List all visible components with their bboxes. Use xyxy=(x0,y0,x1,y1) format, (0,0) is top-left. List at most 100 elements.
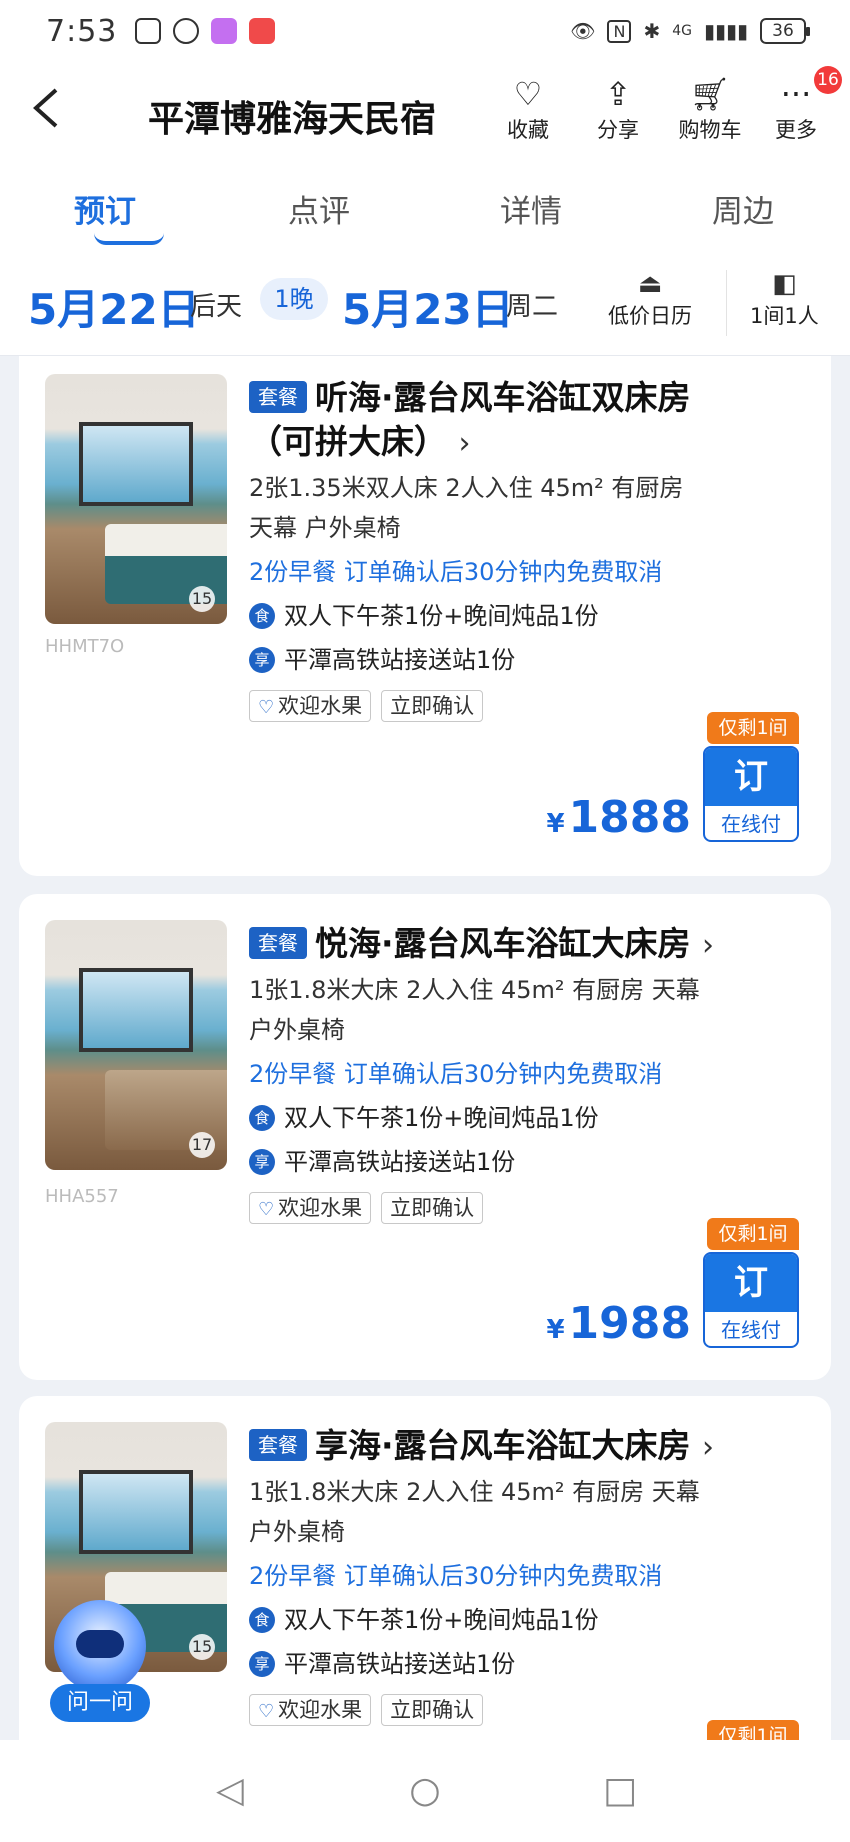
chevron-right-icon: › xyxy=(702,1430,715,1465)
heart-plus-icon: ♡ xyxy=(513,75,543,113)
favorite-button[interactable]: ♡ 收藏 xyxy=(488,74,568,144)
network-label: 4G xyxy=(672,23,692,39)
app-notification-icon xyxy=(135,18,162,44)
photo-count: 17 xyxy=(189,1132,215,1158)
battery-icon: 36 xyxy=(760,18,810,44)
breakfast-cancel-policy: 2份早餐 订单确认后30分钟内免费取消 xyxy=(249,1060,663,1088)
more-label: 更多 xyxy=(775,118,817,142)
perk-item: 享平潭高铁站接送站1份 xyxy=(249,1140,811,1184)
tab-nearby[interactable]: 周边 xyxy=(712,186,774,231)
nav-recents-icon[interactable]: □ xyxy=(598,1769,642,1813)
share-button[interactable]: ⇪ 分享 xyxy=(578,74,658,144)
back-button[interactable] xyxy=(30,86,80,136)
perk-item: 食双人下午茶1份+晚间炖品1份 xyxy=(249,1096,811,1140)
nav-home-icon[interactable]: ○ xyxy=(403,1769,447,1813)
tab-booking[interactable]: 预订 xyxy=(74,186,164,245)
rooms-guests-button[interactable]: ◧ 1间1人 xyxy=(750,268,819,330)
photo-count: 15 xyxy=(189,586,215,612)
room-code: HHMT7O xyxy=(45,636,125,657)
tag-instant-confirm: 立即确认 xyxy=(381,690,484,722)
room-specs: 户外桌椅 xyxy=(249,1016,345,1044)
book-button[interactable]: 订 在线付 xyxy=(703,746,799,842)
share-icon: ⇪ xyxy=(604,75,632,113)
app-notification-icon xyxy=(173,18,200,44)
nfc-icon: N xyxy=(607,19,632,43)
low-price-calendar-button[interactable]: ⏏ 低价日历 xyxy=(608,268,692,330)
room-card[interactable]: 17 HHA557 套餐 悦海·露台风车浴缸大床房 › 1张1.8米大床 2人入住… xyxy=(19,894,831,1380)
nav-back-icon[interactable]: ◁ xyxy=(208,1769,252,1813)
system-navigation-bar: ◁ ○ □ xyxy=(0,1740,850,1842)
enjoy-icon: 享 xyxy=(249,647,275,673)
checkout-date[interactable]: 5月23日 xyxy=(342,276,514,337)
room-title[interactable]: 套餐 听海·露台风车浴缸双床房 （可拼大床） › xyxy=(249,376,811,466)
enjoy-icon: 享 xyxy=(249,1651,275,1677)
breakfast-cancel-policy: 2份早餐 订单确认后30分钟内免费取消 xyxy=(249,1562,663,1590)
room-photo[interactable]: 15 xyxy=(45,374,227,624)
signal-icon: ▮▮▮▮ xyxy=(703,19,748,43)
chevron-right-icon: › xyxy=(702,928,715,963)
date-selector: 5月22日 后天 1晚 5月23日 周二 ⏏ 低价日历 ◧ 1间1人 xyxy=(0,256,850,356)
guests-label: 1间1人 xyxy=(750,304,819,328)
calendar-icon: ⏏ xyxy=(637,269,663,299)
room-specs: 1张1.8米大床 2人入住 45m² 有厨房 天幕 xyxy=(249,1478,700,1506)
room-title[interactable]: 套餐 享海·露台风车浴缸大床房 › xyxy=(249,1424,811,1470)
cart-icon: 🛒︎ xyxy=(689,75,731,113)
breakfast-cancel-policy: 2份早餐 订单确认后30分钟内免费取消 xyxy=(249,558,663,586)
eye-icon: 👁 xyxy=(570,19,596,43)
book-button[interactable]: 订 在线付 xyxy=(703,1252,799,1348)
more-button[interactable]: ··· 更多 16 xyxy=(756,66,842,144)
notification-badge: 16 xyxy=(814,66,842,94)
clock: 7:53 xyxy=(46,13,118,49)
remaining-badge: 仅剩1间 xyxy=(707,712,799,744)
top-navigation: 平潭博雅海天民宿 ♡ 收藏 ⇪ 分享 🛒︎ 购物车 ··· 更多 16 xyxy=(0,62,850,164)
enjoy-icon: 享 xyxy=(249,1149,275,1175)
tab-details[interactable]: 详情 xyxy=(500,186,562,231)
perk-item: 食双人下午茶1份+晚间炖品1份 xyxy=(249,594,811,638)
perk-item: 食双人下午茶1份+晚间炖品1份 xyxy=(249,1598,811,1642)
package-tag: 套餐 xyxy=(249,381,307,413)
room-specs: 户外桌椅 xyxy=(249,1518,345,1546)
photo-count: 15 xyxy=(189,1634,215,1660)
checkout-weekday: 周二 xyxy=(506,292,559,322)
package-tag: 套餐 xyxy=(249,927,307,959)
room-specs: 天幕 户外桌椅 xyxy=(249,514,401,542)
calendar-label: 低价日历 xyxy=(608,304,692,328)
share-label: 分享 xyxy=(597,118,639,142)
nights-count: 1晚 xyxy=(260,278,328,320)
checkin-date[interactable]: 5月22日 xyxy=(28,276,200,337)
remaining-badge: 仅剩1间 xyxy=(707,1218,799,1250)
robot-avatar-icon xyxy=(54,1600,146,1692)
chevron-left-icon xyxy=(33,88,58,128)
room-specs: 2张1.35米双人床 2人入住 45m² 有厨房 xyxy=(249,474,684,502)
divider xyxy=(726,270,727,336)
room-title[interactable]: 套餐 悦海·露台风车浴缸大床房 › xyxy=(249,922,811,968)
perk-item: 享平潭高铁站接送站1份 xyxy=(249,1642,811,1686)
checkin-weekday: 后天 xyxy=(190,292,243,322)
room-code: HHA557 xyxy=(45,1186,119,1207)
ask-assistant-button[interactable]: 问一问 xyxy=(50,1600,150,1722)
room-price: ¥1988 xyxy=(546,1298,691,1349)
room-photo[interactable]: 17 xyxy=(45,920,227,1170)
room-price: ¥1888 xyxy=(546,792,691,843)
perk-item: 享平潭高铁站接送站1份 xyxy=(249,638,811,682)
tag-welcome-fruit: ♡ 欢迎水果 xyxy=(249,1694,372,1726)
app-notification-icon xyxy=(211,18,238,44)
heart-icon: ♡ xyxy=(258,1701,275,1722)
heart-icon: ♡ xyxy=(258,697,275,718)
tag-instant-confirm: 立即确认 xyxy=(381,1694,484,1726)
cart-label: 购物车 xyxy=(678,118,742,142)
food-icon: 食 xyxy=(249,603,275,629)
room-card[interactable]: 15 HHMT7O 套餐 听海·露台风车浴缸双床房 （可拼大床） › 2张1.35… xyxy=(19,356,831,876)
tag-welcome-fruit: ♡ 欢迎水果 xyxy=(249,690,372,722)
food-icon: 食 xyxy=(249,1105,275,1131)
tab-bar: 预订 点评 详情 周边 xyxy=(0,164,850,256)
tag-instant-confirm: 立即确认 xyxy=(381,1192,484,1224)
tab-reviews[interactable]: 点评 xyxy=(288,186,350,231)
remaining-badge: 仅剩1间 xyxy=(707,1720,799,1740)
cart-button[interactable]: 🛒︎ 购物车 xyxy=(670,74,750,144)
hotel-title: 平潭博雅海天民宿 xyxy=(148,99,437,140)
ask-label: 问一问 xyxy=(50,1684,150,1722)
bluetooth-icon: ✱ xyxy=(643,19,661,43)
favorite-label: 收藏 xyxy=(507,118,549,142)
package-tag: 套餐 xyxy=(249,1429,307,1461)
